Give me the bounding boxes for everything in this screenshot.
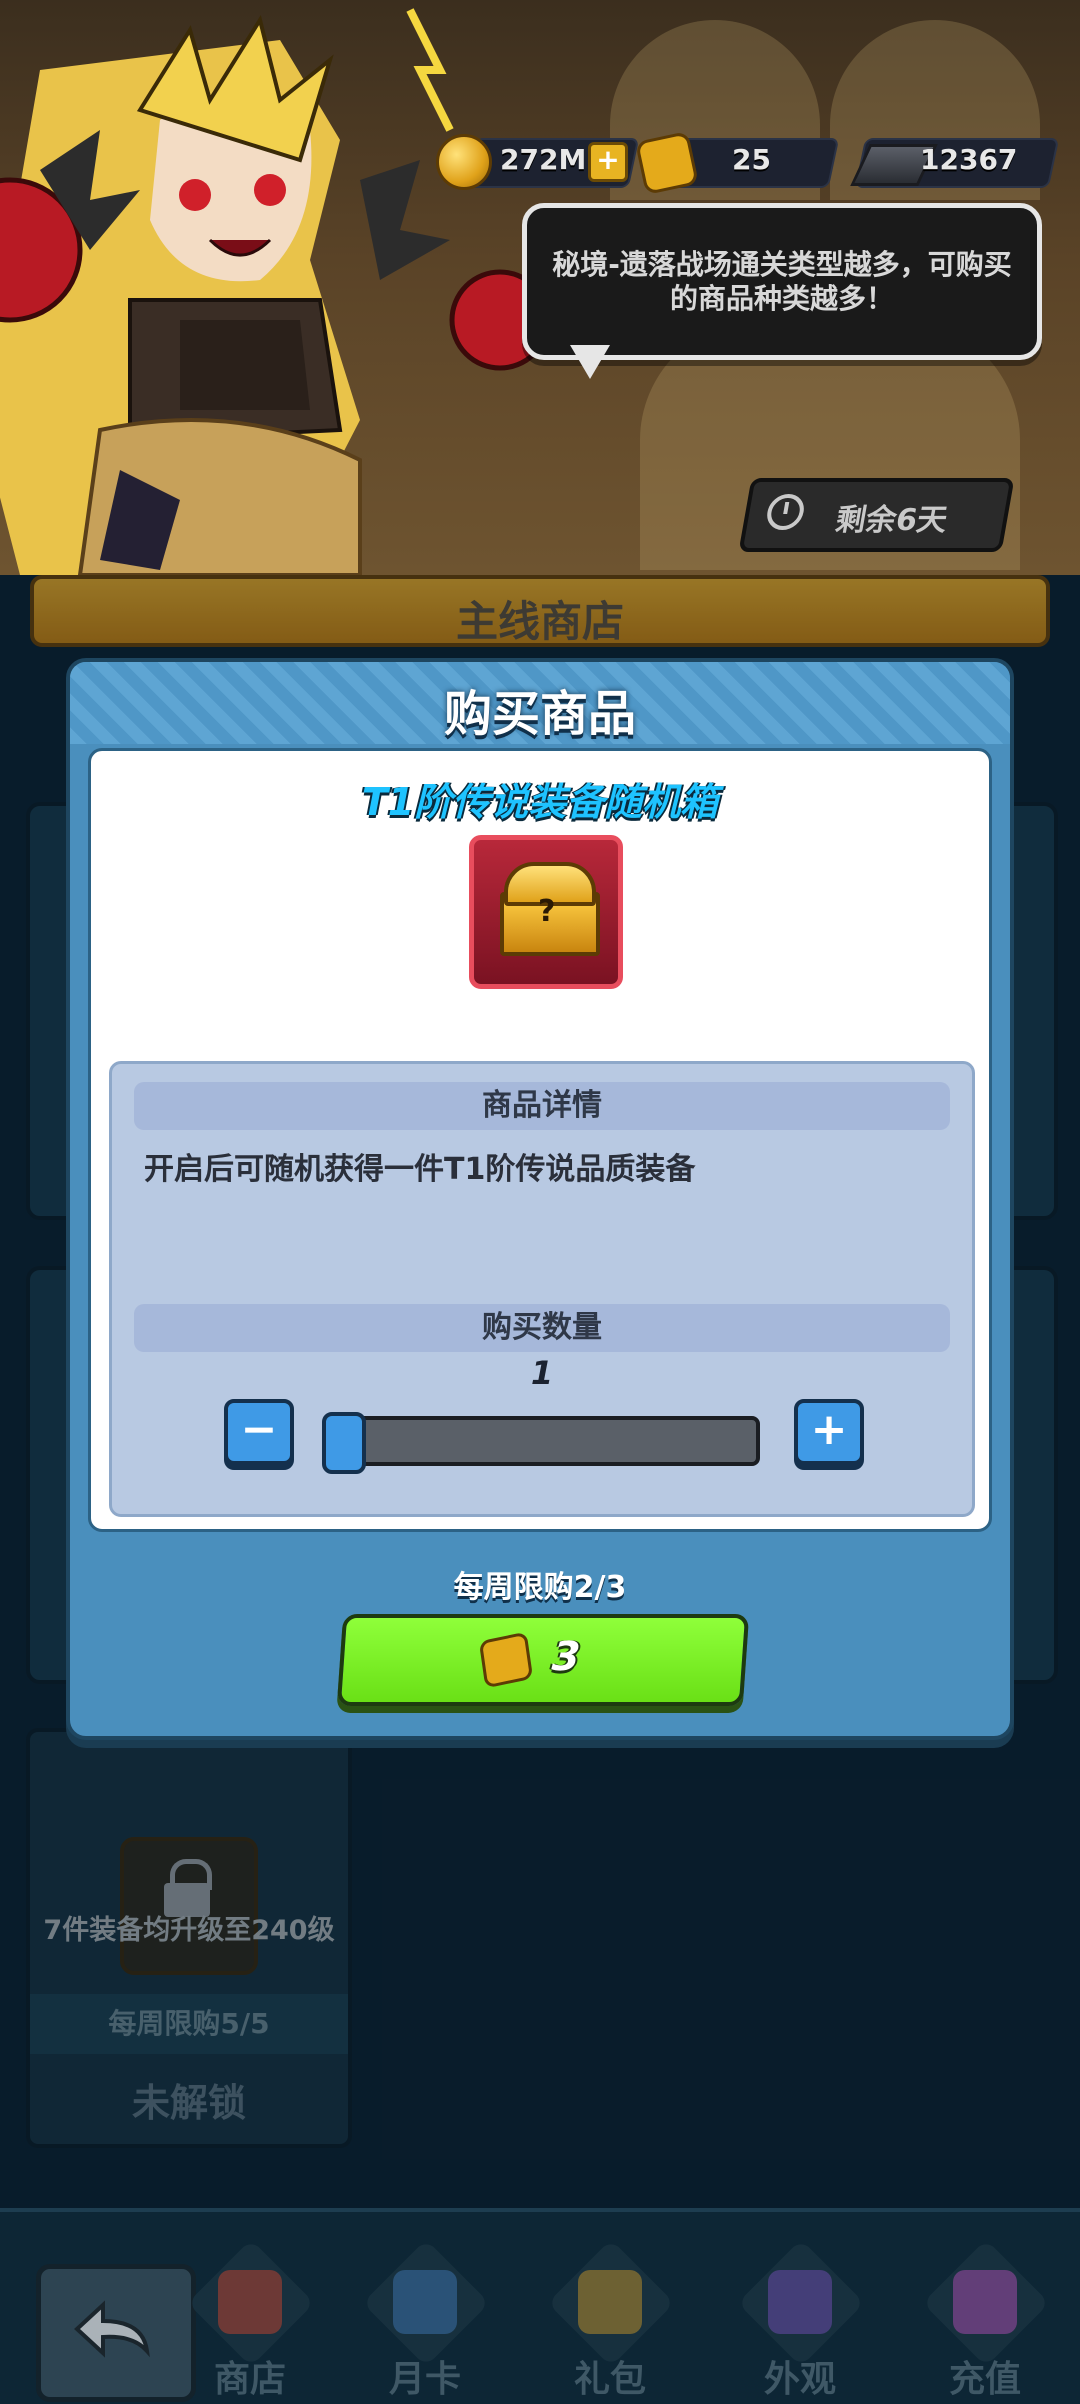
nav-label: 商店 <box>213 2359 286 2400</box>
iron-amount: 12367 <box>920 143 1018 176</box>
gold-coin-icon <box>436 134 492 190</box>
buy-price: 3 <box>550 1634 582 1680</box>
quantity-slider[interactable] <box>322 1412 760 1474</box>
nav-label: 外观 <box>763 2359 836 2400</box>
modal-title: 购买商品 <box>443 686 636 742</box>
tip-text: 秘境-遗落战场通关类型越多，可购买的商品种类越多！ <box>552 248 1012 315</box>
add-gold-button[interactable]: + <box>588 142 628 182</box>
nav-item-recharge[interactable]: 充值 <box>905 2222 1065 2402</box>
remaining-time-text: 剩余6天 <box>832 503 950 538</box>
details-header: 商品详情 <box>134 1082 950 1130</box>
ticket-icon <box>634 130 700 196</box>
tip-speech-bubble: 秘境-遗落战场通关类型越多，可购买的商品种类越多！ <box>522 203 1042 360</box>
nav-item-shop[interactable]: 商店 <box>170 2222 330 2402</box>
quantity-value: 1 <box>530 1354 554 1392</box>
details-panel: 商品详情 开启后可随机获得一件T1阶传说品质装备 购买数量 1 − + <box>109 1061 975 1517</box>
item-description: 开启后可随机获得一件T1阶传说品质装备 <box>144 1152 696 1187</box>
nav-label: 礼包 <box>573 2359 646 2400</box>
nav-item-appearance[interactable]: 外观 <box>720 2222 880 2402</box>
quantity-header: 购买数量 <box>134 1304 950 1352</box>
ticket-amount: 25 <box>732 143 771 176</box>
decrease-quantity-button[interactable]: − <box>224 1399 294 1465</box>
treasure-chest-icon: ? <box>469 835 623 989</box>
nav-label: 充值 <box>948 2359 1021 2400</box>
wizard-hat-icon <box>768 2270 832 2334</box>
ticket-icon <box>478 1631 534 1689</box>
currency-bar: 272M + 25 12367 <box>0 130 1080 196</box>
nav-item-gift-pack[interactable]: 礼包 <box>530 2222 690 2402</box>
gem-icon <box>953 2270 1017 2334</box>
purchase-modal: 购买商品 T1阶传说装备随机箱 ? 商品详情 开启后可随机获得一件T1阶传说品质… <box>66 658 1014 1740</box>
modal-content: T1阶传说装备随机箱 ? 商品详情 开启后可随机获得一件T1阶传说品质装备 购买… <box>88 748 992 1532</box>
character-illustration <box>0 8 540 575</box>
increase-quantity-button[interactable]: + <box>794 1399 864 1465</box>
item-name: T1阶传说装备随机箱 <box>361 780 719 824</box>
shop-banner: 272M + 25 12367 秘境-遗落战场通关类型越多，可购买的商品种类越多… <box>0 0 1080 575</box>
bottom-nav: 商店 月卡 礼包 外观 充值 <box>0 2208 1080 2404</box>
remaining-time-badge: 剩余6天 <box>738 478 1015 552</box>
buy-button[interactable]: 3 <box>336 1614 750 1706</box>
slider-handle[interactable] <box>322 1412 366 1474</box>
question-mark-icon: ? <box>538 894 556 929</box>
monthly-card-icon <box>393 2270 457 2334</box>
speech-tail <box>570 345 610 379</box>
gold-amount: 272M <box>500 143 587 176</box>
gift-pack-icon <box>578 2270 642 2334</box>
nav-item-monthly-card[interactable]: 月卡 <box>345 2222 505 2402</box>
back-arrow-icon <box>74 2300 150 2358</box>
weekly-limit: 每周限购2/3 <box>453 1570 627 1605</box>
clock-icon <box>764 494 807 530</box>
nav-label: 月卡 <box>388 2359 461 2400</box>
shop-icon <box>218 2270 282 2334</box>
